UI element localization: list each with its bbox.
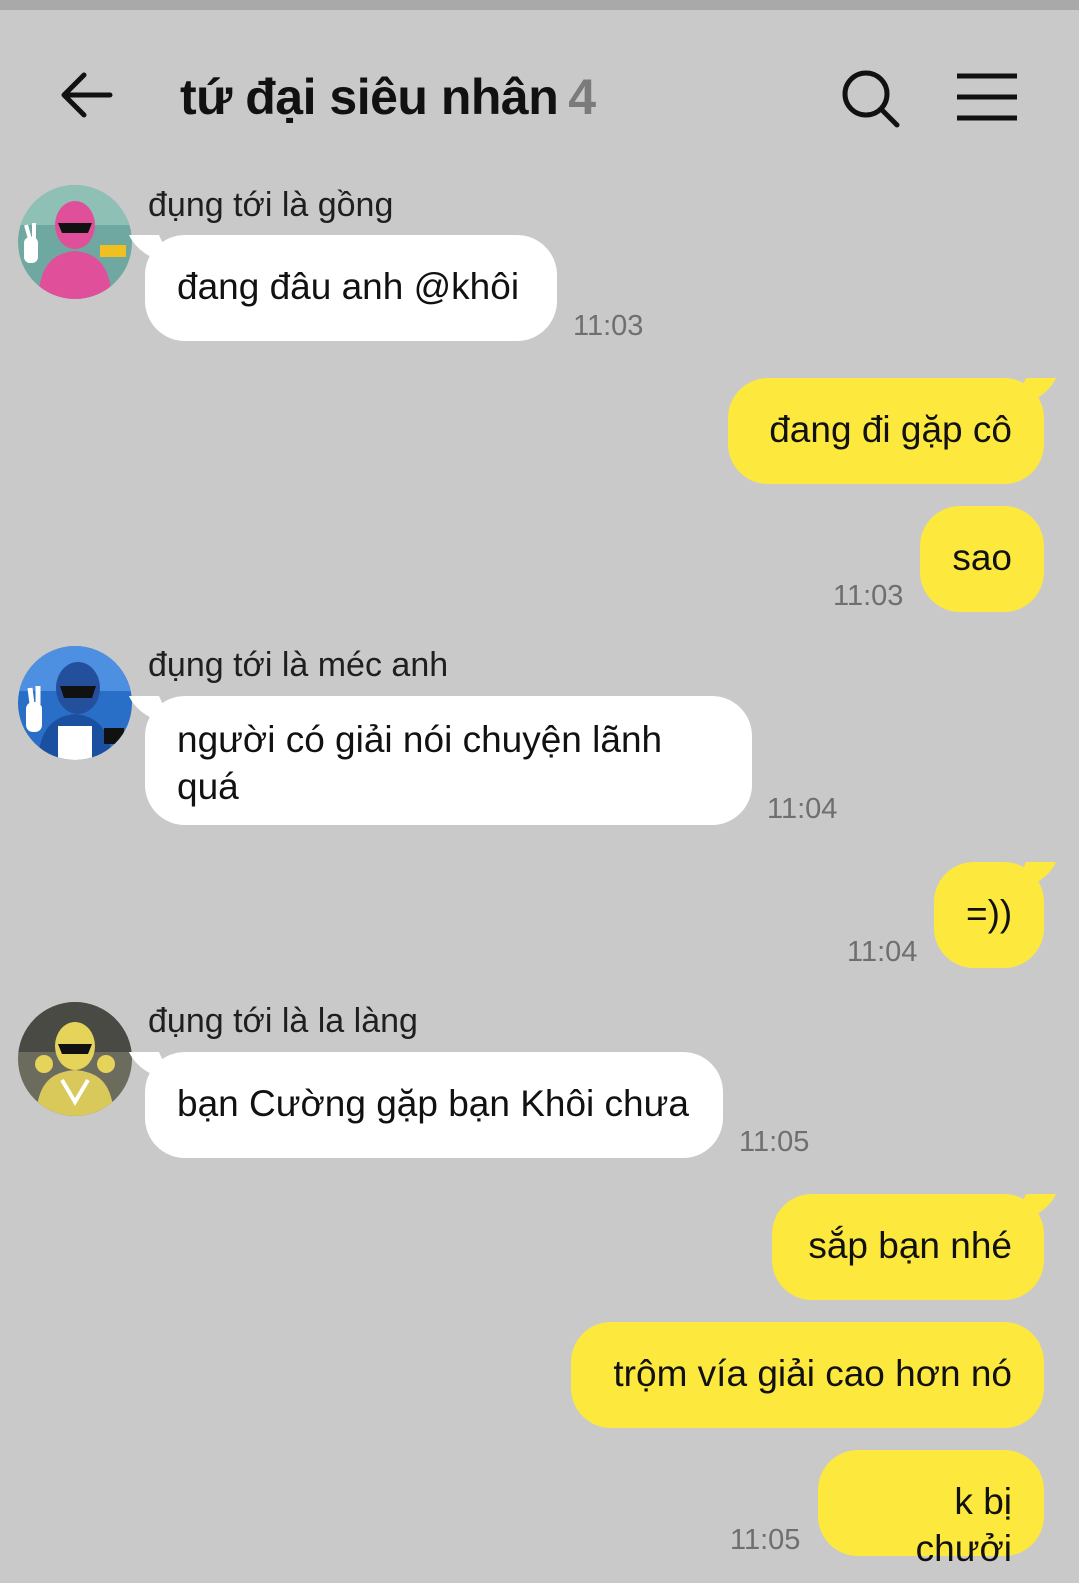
- message-text: đang đi gặp cô: [769, 409, 1012, 450]
- message-text: sắp bạn nhé: [808, 1225, 1012, 1266]
- chat-title: tứ đại siêu nhân 4: [180, 68, 596, 126]
- message-text: trộm vía giải cao hơn nó: [613, 1353, 1012, 1394]
- member-count: 4: [568, 69, 596, 125]
- message-bubble-incoming[interactable]: người có giải nói chuyện lãnh quá: [145, 696, 752, 825]
- message-time: 11:03: [833, 580, 904, 612]
- message-bubble-outgoing[interactable]: k bị chưởi: [818, 1450, 1044, 1569]
- message-time: 11:04: [767, 793, 838, 825]
- avatar-blue-ranger[interactable]: [18, 646, 132, 760]
- message-time: 11:05: [730, 1524, 801, 1556]
- sender-name: đụng tới là la làng: [148, 1002, 418, 1040]
- message-text: người có giải nói chuyện lãnh quá: [177, 719, 663, 807]
- message-time: 11:05: [739, 1126, 810, 1158]
- sender-name: đụng tới là gồng: [148, 186, 394, 224]
- message-text: sao: [952, 537, 1012, 578]
- avatar-pink-ranger[interactable]: [18, 185, 132, 299]
- message-text: k bị chưởi: [915, 1481, 1012, 1569]
- message-time: 11:04: [847, 936, 918, 968]
- message-time: 11:03: [573, 310, 644, 342]
- sender-name: đụng tới là méc anh: [148, 646, 449, 684]
- blue-ranger-avatar-icon: [18, 646, 132, 760]
- pink-ranger-avatar-icon: [18, 185, 132, 299]
- search-icon: [842, 70, 900, 128]
- menu-button[interactable]: [955, 72, 1019, 122]
- status-strip: [0, 0, 1079, 10]
- message-bubble-outgoing[interactable]: sắp bạn nhé: [772, 1194, 1044, 1300]
- message-bubble-outgoing[interactable]: đang đi gặp cô: [728, 378, 1044, 484]
- message-text: bạn Cường gặp bạn Khôi chưa: [177, 1083, 689, 1124]
- message-bubble-outgoing[interactable]: sao: [920, 506, 1044, 612]
- message-bubble-incoming[interactable]: đang đâu anh @khôi: [145, 235, 557, 341]
- message-bubble-incoming[interactable]: bạn Cường gặp bạn Khôi chưa: [145, 1052, 723, 1158]
- arrow-left-icon: [61, 72, 113, 118]
- message-bubble-outgoing[interactable]: =)): [934, 862, 1044, 968]
- message-bubble-outgoing[interactable]: trộm vía giải cao hơn nó: [571, 1322, 1044, 1428]
- group-name: tứ đại siêu nhân: [180, 69, 559, 125]
- message-text: =)): [966, 893, 1013, 934]
- chat-header: tứ đại siêu nhân 4: [0, 10, 1079, 170]
- search-button[interactable]: [840, 68, 902, 130]
- hamburger-menu-icon: [957, 73, 1017, 121]
- yellow-ranger-avatar-icon: [18, 1002, 132, 1116]
- back-button[interactable]: [56, 70, 116, 120]
- avatar-yellow-ranger[interactable]: [18, 1002, 132, 1116]
- message-text: đang đâu anh @khôi: [177, 266, 520, 307]
